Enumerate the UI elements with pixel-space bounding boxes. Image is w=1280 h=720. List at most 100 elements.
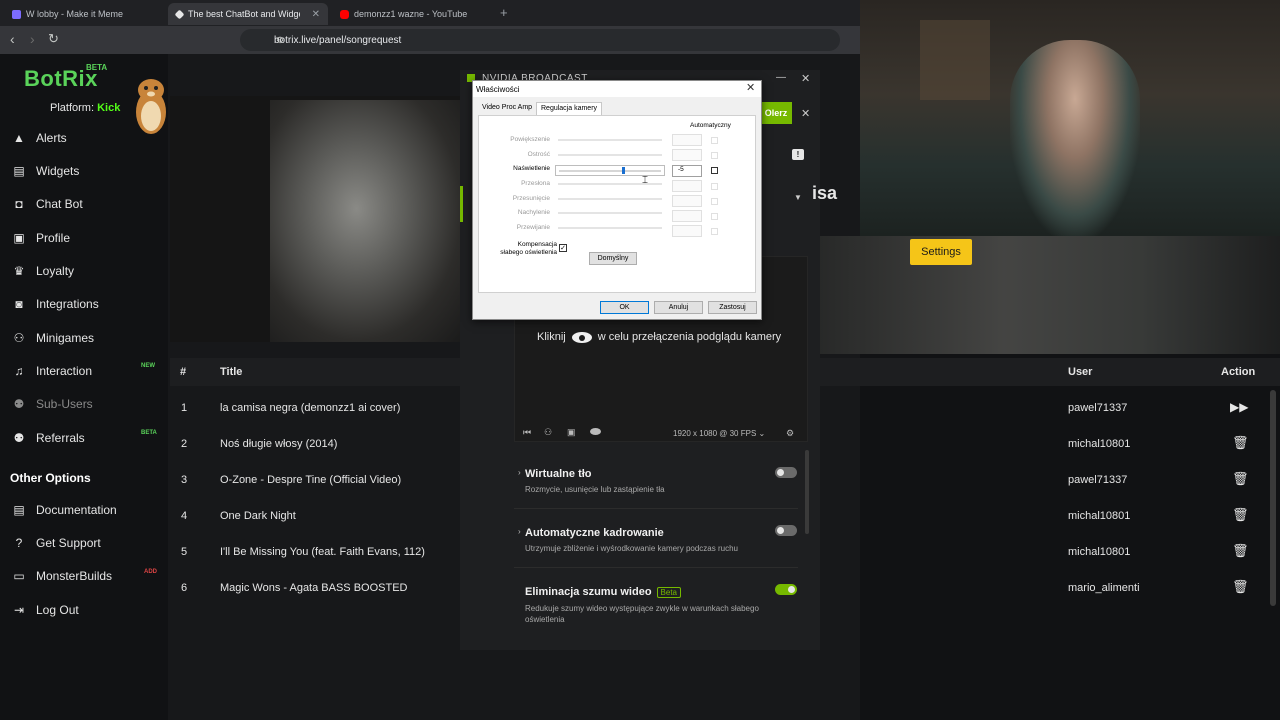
sidebar-item-get-support[interactable]: ? Get Support	[12, 532, 162, 554]
sidebar-item-log-out[interactable]: ⇥ Log Out	[12, 599, 162, 621]
preview-eye-icon[interactable]	[590, 428, 601, 435]
tab-make-it-meme[interactable]: W lobby - Make it Meme	[4, 3, 164, 25]
tab-youtube[interactable]: demonzz1 wazne - YouTube	[332, 3, 492, 25]
video-noise-toggle[interactable]	[775, 584, 797, 595]
sidebar-item-minigames[interactable]: ⚇ Minigames	[12, 327, 162, 349]
col-header-action: Action	[1221, 366, 1256, 378]
trash-icon[interactable]: 🗑	[1232, 435, 1249, 451]
settings-button[interactable]: Settings	[910, 239, 972, 265]
trash-icon[interactable]: 🗑	[1232, 579, 1249, 595]
sidebar-item-widgets[interactable]: ▤ Widgets	[12, 160, 162, 182]
sidebar-item-sub-users[interactable]: ⚉ Sub-Users	[12, 393, 162, 415]
sidebar-item-profile[interactable]: ▣ Profile	[12, 227, 162, 249]
new-tab-icon[interactable]: +	[500, 5, 508, 20]
hint-text-before: Kliknij	[537, 331, 566, 343]
chevron-right-icon[interactable]: ›	[518, 468, 521, 477]
question-icon: ?	[15, 536, 23, 550]
sidebar-item-monsterbuilds[interactable]: ▭ MonsterBuilds	[12, 565, 162, 587]
sidebar-item-label: Minigames	[36, 331, 95, 345]
trash-icon[interactable]: 🗑	[1232, 543, 1249, 559]
compensation-checkbox[interactable]: ✓	[559, 244, 567, 252]
chevron-right-icon[interactable]: ›	[518, 527, 521, 536]
skip-back-icon[interactable]: ⏮	[523, 427, 531, 438]
platform-value: Kick	[97, 102, 121, 114]
prop-label: Powiększenie	[510, 136, 550, 143]
play-next-icon[interactable]: ▶▶	[1230, 400, 1248, 414]
default-button[interactable]: Domyślny	[589, 252, 637, 265]
close-tab-icon[interactable]: ✕	[312, 9, 320, 20]
exposure-auto-checkbox[interactable]	[711, 167, 718, 174]
chevron-down-icon[interactable]: ▼	[794, 193, 802, 202]
effect-desc: Utrzymuje zbliżenie i wyśrodkowanie kame…	[525, 544, 738, 553]
cancel-button[interactable]: Anuluj	[654, 301, 703, 314]
back-icon[interactable]: ‹	[10, 31, 15, 47]
tab-video-proc-amp[interactable]: Video Proc Amp	[478, 102, 536, 116]
site-info-icon[interactable]: ⚙	[276, 35, 284, 46]
nvidia-scrollbar[interactable]	[805, 450, 809, 534]
sidebar-item-loyalty[interactable]: ♛ Loyalty	[12, 260, 162, 282]
sidebar-item-referrals[interactable]: ⚉ Referrals	[12, 427, 162, 449]
exposure-slider[interactable]	[555, 165, 665, 176]
auto-checkbox	[711, 137, 718, 144]
other-options-heading: Other Options	[10, 471, 91, 485]
tab-camera-control[interactable]: Regulacja kamery	[536, 102, 603, 116]
dialog-close-icon[interactable]: ✕	[746, 81, 755, 94]
platform-label: Platform:	[50, 102, 95, 114]
compensation-label-line-1: Kompensacja	[517, 241, 557, 248]
sidebar-item-chat-bot[interactable]: ◘ Chat Bot	[12, 193, 162, 215]
col-header-user[interactable]: User	[1068, 366, 1092, 378]
sidebar-item-label: Chat Bot	[36, 197, 83, 211]
close-window-icon[interactable]: ✕	[801, 72, 810, 85]
ok-button[interactable]: OK	[600, 301, 649, 314]
effect-title: Wirtualne tło	[525, 468, 592, 480]
row-user: mario_alimenti	[1068, 582, 1140, 594]
url-input[interactable]: botrix.live/panel/songrequest	[240, 29, 840, 51]
minimize-icon[interactable]: —	[776, 72, 786, 83]
sidebar-item-documentation[interactable]: ▤ Documentation	[12, 499, 162, 521]
sidebar-item-integrations[interactable]: ◙ Integrations	[12, 293, 162, 315]
prop-slider	[558, 139, 662, 141]
exposure-thumb[interactable]	[622, 167, 626, 174]
auto-header: Automatyczny	[690, 122, 731, 129]
effect-title: Automatyczne kadrowanie	[525, 527, 664, 539]
sidebar-item-label: Interaction	[36, 364, 93, 378]
add-badge: ADD	[144, 569, 157, 575]
webcam-blur-area	[820, 236, 1280, 354]
tab-label: W lobby - Make it Meme	[26, 9, 124, 19]
tab-label: demonzz1 wazne - YouTube	[354, 9, 468, 19]
auto-frame-toggle[interactable]	[775, 525, 797, 536]
forward-icon[interactable]: ›	[30, 31, 35, 47]
reload-icon[interactable]: ↻	[48, 31, 59, 47]
webcam-overlay	[860, 0, 1280, 236]
active-indicator	[460, 186, 463, 222]
sidebar-item-interaction[interactable]: ♫ Interaction	[12, 360, 162, 382]
apply-button[interactable]: Zastosuj	[708, 301, 757, 314]
auto-checkbox	[711, 183, 718, 190]
sidebar-item-alerts[interactable]: ▲ Alerts	[12, 127, 162, 149]
frame-icon[interactable]: ▣	[567, 427, 576, 438]
exposure-value-input[interactable]: -5	[672, 165, 702, 177]
robot-icon: ◘	[15, 197, 23, 211]
sidebar-item-label: Referrals	[36, 431, 85, 445]
feedback-icon[interactable]: !	[792, 149, 804, 160]
eye-icon	[571, 331, 592, 343]
trash-icon[interactable]: 🗑	[1232, 471, 1249, 487]
virtual-background-toggle[interactable]	[775, 467, 797, 478]
table-scrollbar[interactable]	[1270, 390, 1276, 606]
document-icon: ▤	[13, 503, 25, 517]
trash-icon[interactable]: 🗑	[1232, 507, 1249, 523]
nvidia-action-button[interactable]: Olerz	[760, 102, 792, 124]
row-user: pawel71337	[1068, 402, 1128, 414]
tab-botrix[interactable]: The best ChatBot and Widge ✕	[168, 3, 328, 25]
sidebar-item-label: Documentation	[36, 503, 117, 517]
sidebar-item-label: Loyalty	[36, 264, 75, 278]
close-panel-icon[interactable]: ✕	[801, 107, 810, 120]
dialog-titlebar: Właściwości	[473, 81, 761, 97]
settings-toggle-icon[interactable]: ⚙	[786, 428, 794, 439]
resolution-select[interactable]: 1920 x 1080 @ 30 FPS ⌄	[673, 429, 765, 438]
col-header-title[interactable]: Title	[220, 366, 242, 378]
preview-hint: Kliknij w celu przełączenia podglądu kam…	[537, 331, 781, 343]
tab-label: The best ChatBot and Widge	[188, 9, 300, 19]
prop-slider	[558, 227, 662, 229]
people-icon[interactable]: ⚇	[544, 427, 552, 438]
